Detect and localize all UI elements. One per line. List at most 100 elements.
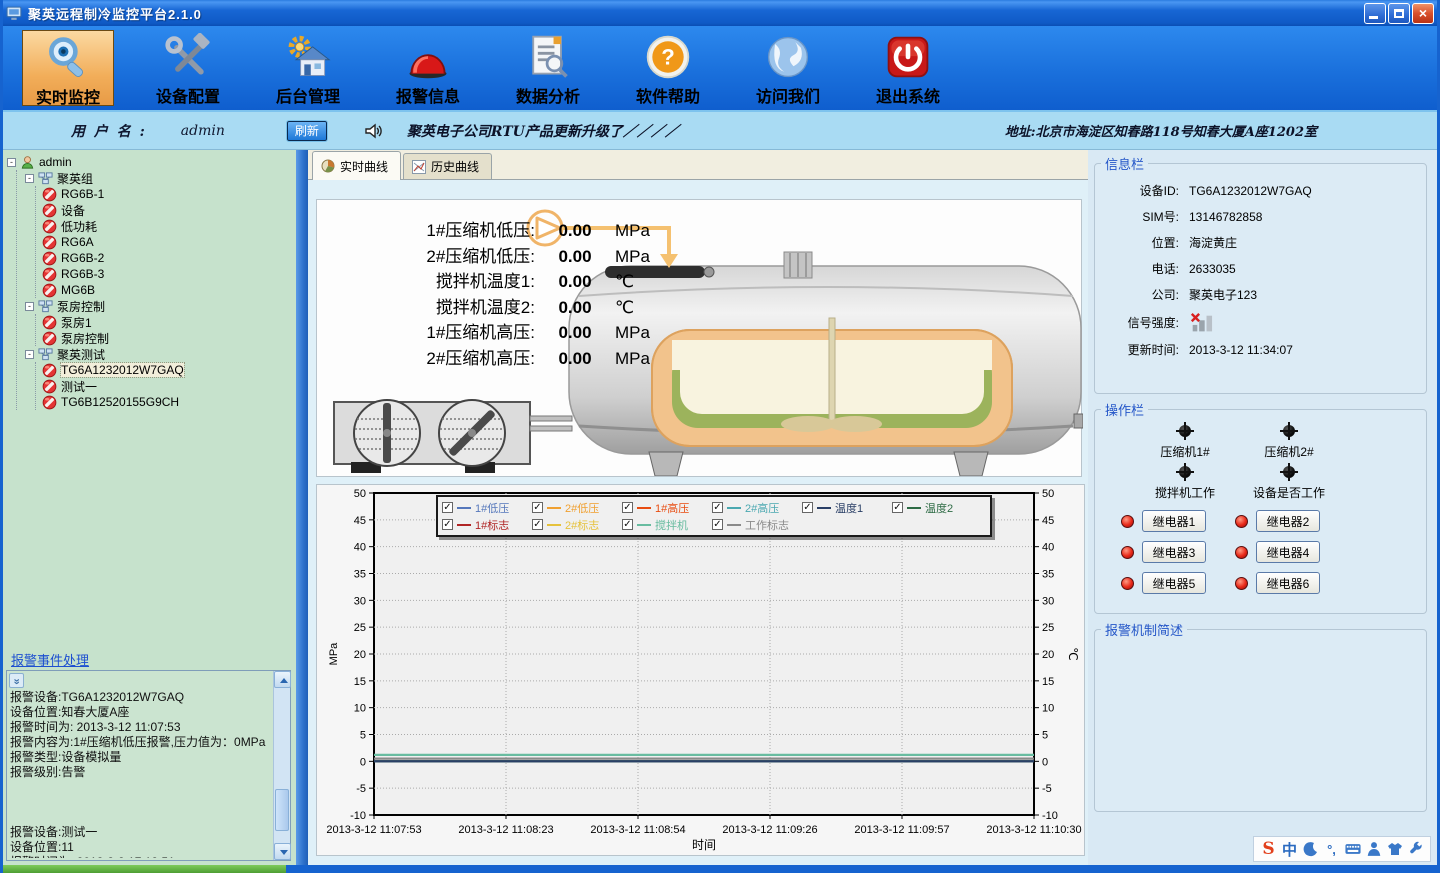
svg-text:45: 45 <box>354 515 366 527</box>
relay-button[interactable]: 继电器5 <box>1142 572 1206 594</box>
toolbar-item-power[interactable]: 退出系统 <box>862 30 954 106</box>
scroll-thumb[interactable] <box>275 789 289 831</box>
device-tree-panel: -admin-聚英组RG6B-1设备低功耗RG6ARG6B-2RG6B-3MG6… <box>3 150 296 865</box>
alarm-event-text: 报警设备:TG6A1232012W7GAQ设备位置:知春大厦A座报警时间为: 2… <box>10 674 270 858</box>
user-icon <box>20 155 35 170</box>
toolbar-item-document-analyze[interactable]: 数据分析 <box>502 30 594 106</box>
relay-button[interactable]: 继电器2 <box>1256 510 1320 532</box>
realtime-chart: ✓1#低压✓2#低压✓1#高压✓2#高压✓温度1✓温度2 ✓1#标志✓2#标志✓搅… <box>316 484 1085 856</box>
scroll-down-icon[interactable] <box>274 843 291 860</box>
relay-button[interactable]: 继电器1 <box>1142 510 1206 532</box>
legend-item[interactable]: ✓搅拌机 <box>622 517 712 533</box>
svg-text:2013-3-12 11:09:26: 2013-3-12 11:09:26 <box>722 824 817 836</box>
legend-checkbox[interactable]: ✓ <box>532 502 543 513</box>
info-field-value: 2013-3-12 11:34:07 <box>1189 343 1293 357</box>
tree-item-admin[interactable]: -admin <box>7 154 292 170</box>
toolbar-item-globe[interactable]: 访问我们 <box>742 30 834 106</box>
toolbar-item-gear-house[interactable]: 后台管理 <box>262 30 354 106</box>
legend-checkbox[interactable]: ✓ <box>802 502 813 513</box>
close-button[interactable]: × <box>1412 3 1434 24</box>
restore-button[interactable] <box>1388 3 1410 24</box>
refresh-button[interactable]: 刷新 <box>287 121 327 141</box>
panel-divider[interactable] <box>296 150 308 865</box>
tree-device[interactable]: RG6B-1 <box>42 186 292 202</box>
tree-device[interactable]: RG6B-3 <box>42 266 292 282</box>
svg-text:2013-3-12 11:10:30: 2013-3-12 11:10:30 <box>986 824 1081 836</box>
legend-checkbox[interactable]: ✓ <box>442 519 453 530</box>
legend-item[interactable]: ✓1#高压 <box>622 500 712 516</box>
tree-device[interactable]: 测试一 <box>42 378 292 394</box>
legend-item[interactable]: ✓温度2 <box>892 500 982 516</box>
tab-realtime-curve[interactable]: 实时曲线 <box>312 151 401 180</box>
tree-expander-icon[interactable]: - <box>25 174 34 183</box>
svg-text:2013-3-12 11:09:57: 2013-3-12 11:09:57 <box>854 824 949 836</box>
legend-item[interactable]: ✓温度1 <box>802 500 892 516</box>
tree-group[interactable]: -聚英组 <box>25 170 292 186</box>
tree-device[interactable]: 泵房控制 <box>42 330 292 346</box>
legend-item[interactable]: ✓1#标志 <box>442 517 532 533</box>
relay-button[interactable]: 继电器6 <box>1256 572 1320 594</box>
bottom-border <box>0 865 1440 873</box>
relay-button[interactable]: 继电器3 <box>1142 541 1206 563</box>
tab-history-curve[interactable]: 历史曲线 <box>403 153 492 179</box>
toolbar-item-tools[interactable]: 设备配置 <box>142 30 234 106</box>
tree-device[interactable]: 设备 <box>42 202 292 218</box>
tree-expander-icon[interactable]: - <box>25 302 34 311</box>
svg-text:30: 30 <box>354 595 366 607</box>
tree-device[interactable]: 低功耗 <box>42 218 292 234</box>
legend-checkbox[interactable]: ✓ <box>622 502 633 513</box>
tree-expander-icon[interactable]: - <box>7 158 16 167</box>
right-panel: 信息栏 设备ID:TG6A1232012W7GAQSIM号:1314678285… <box>1088 150 1437 865</box>
legend-item[interactable]: ✓1#低压 <box>442 500 532 516</box>
tree-group[interactable]: -泵房控制 <box>25 298 292 314</box>
legend-checkbox[interactable]: ✓ <box>712 519 723 530</box>
tree-device[interactable]: RG6B-2 <box>42 250 292 266</box>
chinese-mode-icon[interactable]: 中 <box>1281 840 1299 858</box>
tree-expander-icon[interactable]: - <box>25 350 34 359</box>
scroll-up-icon[interactable] <box>274 671 291 688</box>
tree-device[interactable]: RG6A <box>42 234 292 250</box>
legend-checkbox[interactable]: ✓ <box>622 519 633 530</box>
minimize-button[interactable] <box>1364 3 1386 24</box>
sogou-logo-icon[interactable]: S <box>1260 840 1278 858</box>
legend-item[interactable]: ✓2#低压 <box>532 500 622 516</box>
legend-checkbox[interactable]: ✓ <box>442 502 453 513</box>
tree-group[interactable]: -聚英测试 <box>25 346 292 362</box>
tree-device[interactable]: TG6A1232012W7GAQ <box>42 362 292 378</box>
device-offline-icon <box>42 219 57 234</box>
alarm-scrollbar[interactable] <box>273 671 290 860</box>
legend-checkbox[interactable]: ✓ <box>532 519 543 530</box>
toolbar-item-alarm-lamp[interactable]: 报警信息 <box>382 30 474 106</box>
toolbar-item-help[interactable]: ?软件帮助 <box>622 30 714 106</box>
wrench-icon[interactable] <box>1407 840 1425 858</box>
keyboard-icon[interactable] <box>1344 840 1362 858</box>
tree-device[interactable]: 泵房1 <box>42 314 292 330</box>
reading-value: 0.00 <box>535 323 615 343</box>
legend-checkbox[interactable]: ✓ <box>892 502 903 513</box>
relay-button[interactable]: 继电器4 <box>1256 541 1320 563</box>
legend-item[interactable]: ✓工作标志 <box>712 517 802 533</box>
info-field-row: SIM号: 13146782858 <box>1097 208 1426 225</box>
speaker-icon[interactable] <box>363 121 383 141</box>
tree-device[interactable]: MG6B <box>42 282 292 298</box>
info-field-value: 13146782858 <box>1189 210 1262 224</box>
toolbar-item-magnifier[interactable]: 实时监控 <box>22 30 114 106</box>
device-tree: -admin-聚英组RG6B-1设备低功耗RG6ARG6B-2RG6B-3MG6… <box>7 154 292 648</box>
moon-icon[interactable] <box>1302 840 1320 858</box>
skin-icon[interactable] <box>1386 840 1404 858</box>
collapse-chevron-icon[interactable]: » <box>9 673 24 688</box>
legend-item[interactable]: ✓2#高压 <box>712 500 802 516</box>
alarm-event-box[interactable]: » 报警设备:TG6A1232012W7GAQ设备位置:知春大厦A座报警时间为:… <box>6 670 291 861</box>
reading-row: 2#压缩机低压:0.00MPa <box>327 242 671 268</box>
legend-checkbox[interactable]: ✓ <box>712 502 723 513</box>
svg-text:-10: -10 <box>1042 810 1058 822</box>
device-offline-icon <box>42 315 57 330</box>
person-icon[interactable] <box>1365 840 1383 858</box>
app-icon <box>6 5 23 22</box>
legend-item[interactable]: ✓2#标志 <box>532 517 622 533</box>
info-field-label: SIM号: <box>1097 208 1179 225</box>
relay-led-icon <box>1235 515 1248 528</box>
reading-label: 搅拌机温度1: <box>327 267 535 292</box>
tree-device[interactable]: TG6B12520155G9CH <box>42 394 292 410</box>
punctuation-icon[interactable]: °, <box>1323 840 1341 858</box>
